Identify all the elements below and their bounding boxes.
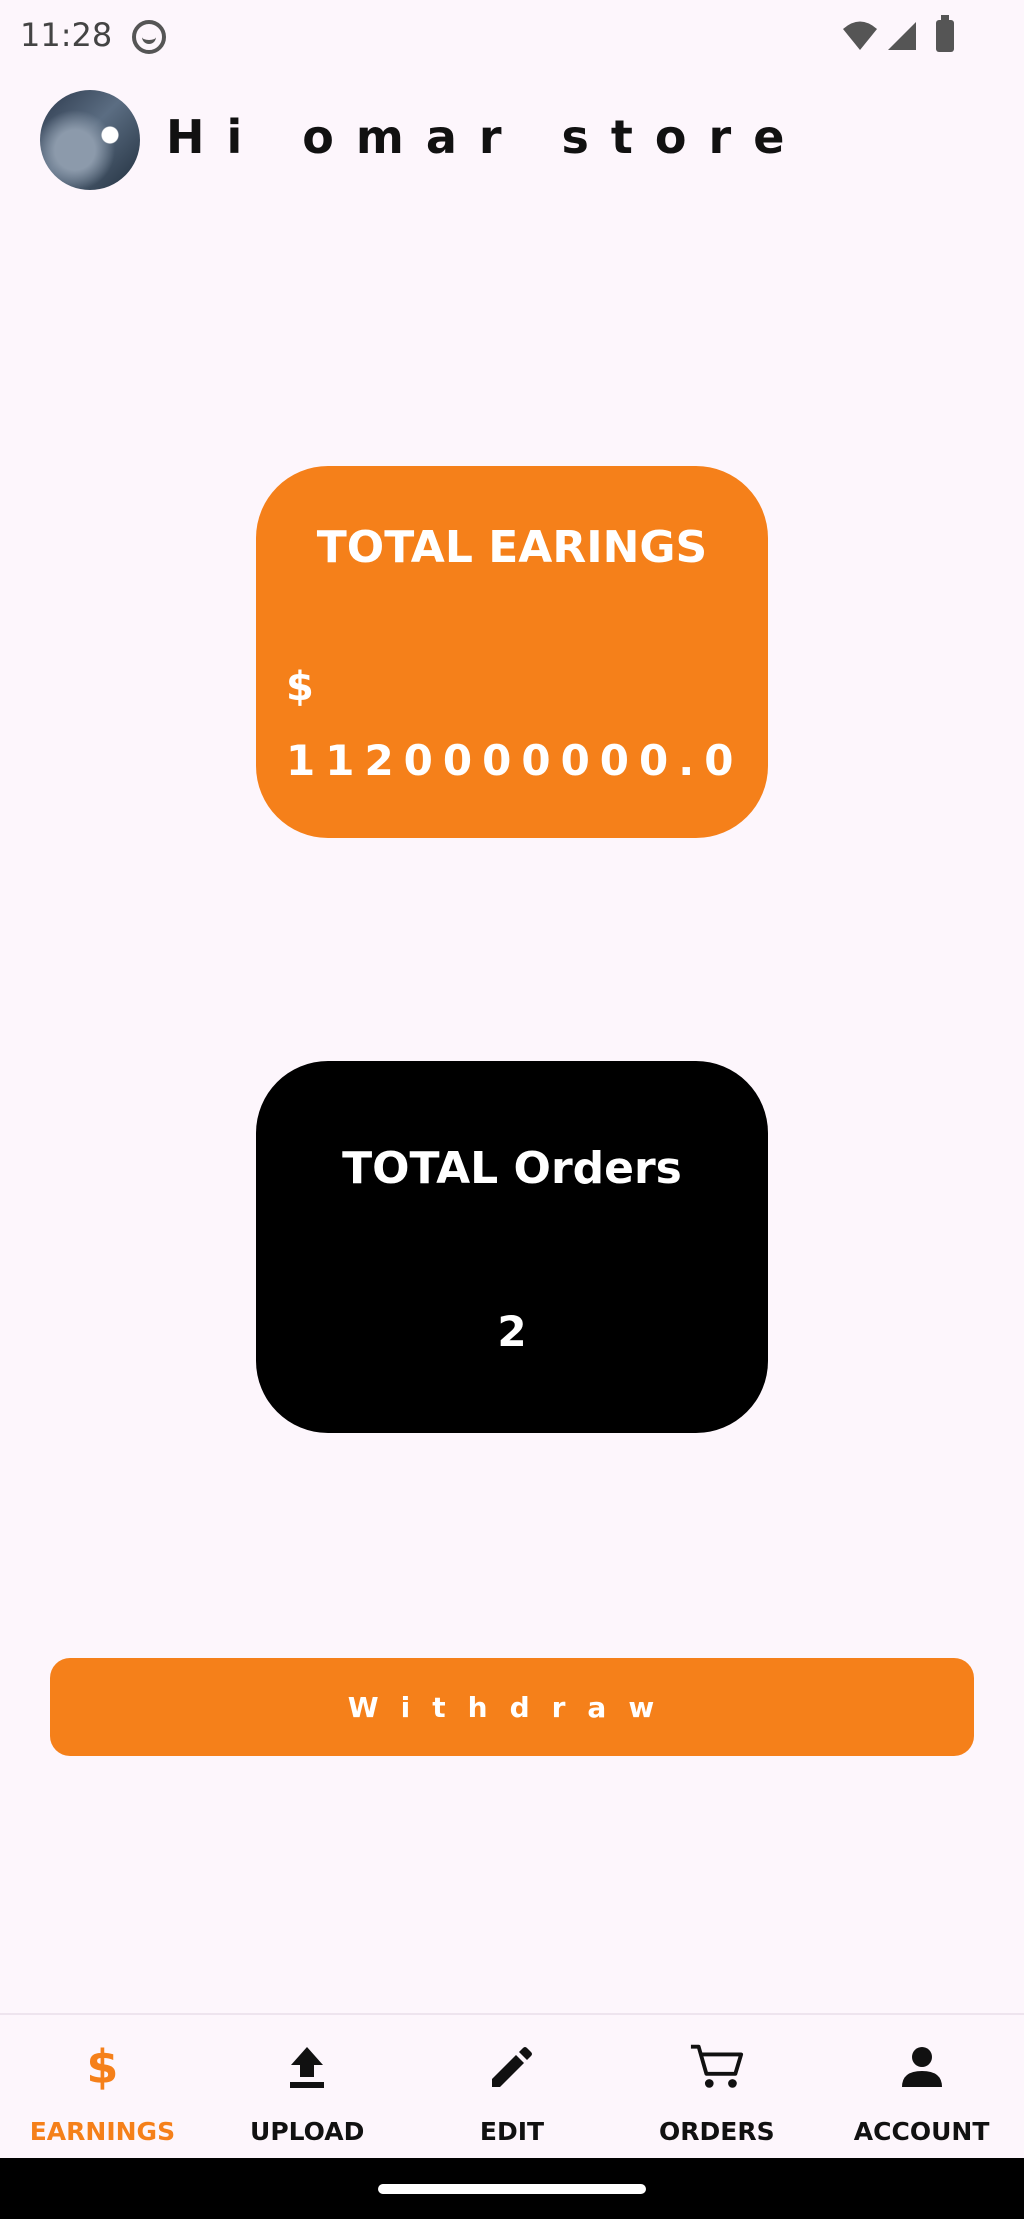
system-navigation-bar (0, 2158, 1024, 2219)
nav-label-account: ACCOUNT (853, 2117, 990, 2146)
nav-item-edit[interactable]: EDIT (410, 2015, 615, 2158)
home-gesture-handle[interactable] (378, 2184, 646, 2194)
nav-label-edit: EDIT (479, 2117, 545, 2146)
orders-card-title: TOTAL Orders (342, 1143, 682, 1194)
nav-item-upload[interactable]: UPLOAD (205, 2015, 410, 2158)
cart-icon (689, 2039, 745, 2095)
nav-item-account[interactable]: ACCOUNT (819, 2015, 1024, 2158)
vendor-dashboard-screen: 11:28 Hi omar store TOTAL EARINGS $ 1120… (0, 0, 1024, 2219)
person-icon (894, 2039, 950, 2095)
greeting-title: Hi omar store (166, 110, 807, 164)
pencil-icon (484, 2039, 540, 2095)
bottom-navigation: $ EARNINGS UPLOAD EDIT ORDERS ACCOUNT (0, 2013, 1024, 2158)
earnings-currency: $ (286, 664, 314, 710)
nav-item-orders[interactable]: ORDERS (614, 2015, 819, 2158)
nav-item-earnings[interactable]: $ EARNINGS (0, 2015, 205, 2158)
signal-icon (888, 22, 916, 50)
orders-count: 2 (497, 1307, 527, 1356)
upload-icon (279, 2039, 335, 2095)
status-bar: 11:28 (0, 0, 1024, 72)
status-time: 11:28 (20, 16, 113, 54)
withdraw-button[interactable]: Withdraw (50, 1658, 974, 1756)
nav-label-orders: ORDERS (658, 2117, 775, 2146)
app-notification-icon (132, 20, 166, 54)
total-earnings-card: TOTAL EARINGS $ 1120000000.0 (256, 466, 768, 838)
nav-label-upload: UPLOAD (250, 2117, 365, 2146)
total-orders-card: TOTAL Orders 2 (256, 1061, 768, 1433)
battery-icon (936, 15, 954, 52)
wifi-icon (843, 21, 877, 50)
earnings-amount: 1120000000.0 (286, 736, 744, 785)
dollar-icon: $ (86, 2040, 119, 2094)
nav-label-earnings: EARNINGS (29, 2117, 176, 2146)
earnings-card-title: TOTAL EARINGS (316, 522, 708, 573)
store-avatar[interactable] (40, 90, 140, 190)
